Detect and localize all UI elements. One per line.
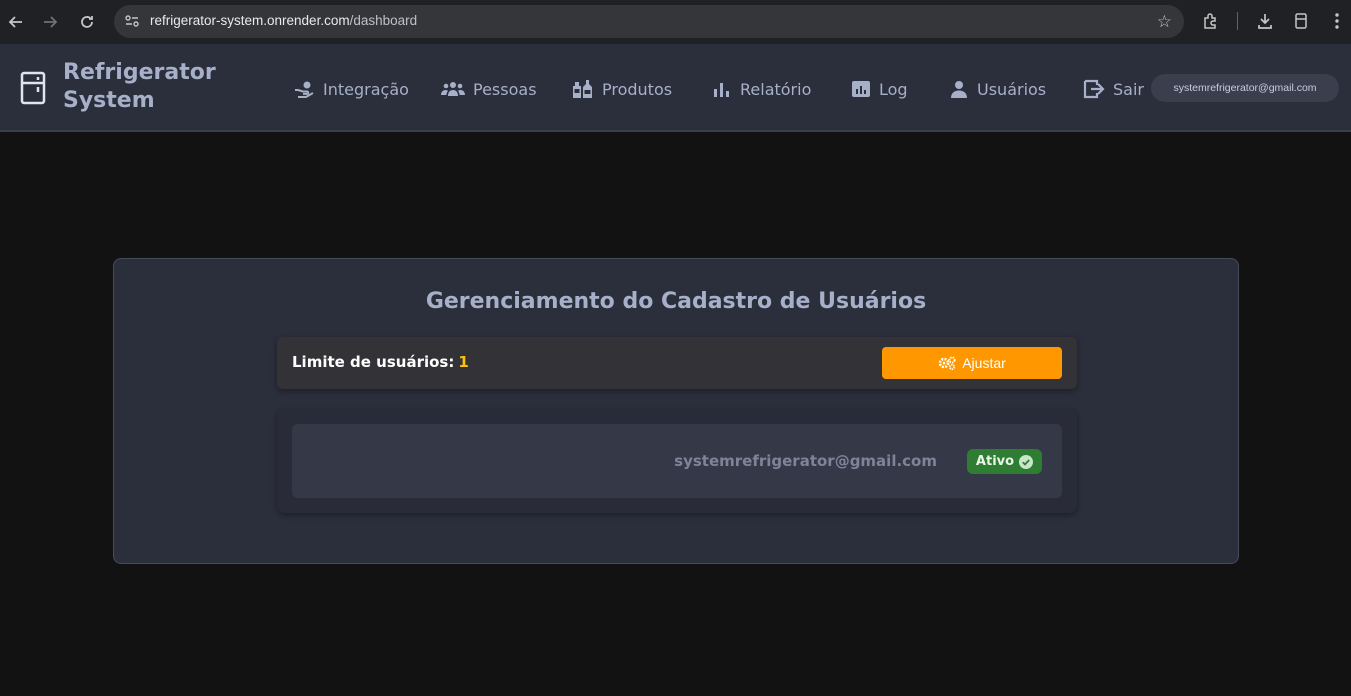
user-list: systemrefrigerator@gmail.com Ativo [277,409,1077,513]
profile-icon[interactable] [1290,10,1312,32]
status-label: Ativo [975,454,1015,469]
user-limit-label: Limite de usuários: [292,353,455,371]
url-path: /dashboard [349,13,418,28]
nav-item-log[interactable]: Log [851,78,908,100]
log-chart-icon [852,81,870,97]
toolbar-divider [1237,12,1238,30]
bottles-icon [573,80,592,98]
check-circle-icon [1019,454,1034,469]
gears-icon [938,356,956,370]
nav-item-integracao[interactable]: Integração [294,78,409,100]
user-icon [951,81,967,98]
reload-icon[interactable] [73,8,101,36]
status-badge[interactable]: Ativo [967,449,1042,474]
refrigerator-icon [20,71,46,105]
site-info-icon[interactable] [124,13,140,29]
logout-icon [1083,79,1105,99]
browser-toolbar: refrigerator-system.onrender.com/dashboa… [0,0,1351,44]
nav-item-sair[interactable]: Sair [1083,78,1144,100]
user-email: systemrefrigerator@gmail.com [674,452,937,470]
kebab-menu-icon[interactable] [1326,10,1348,32]
adjust-button[interactable]: Ajustar [882,347,1062,379]
list-item[interactable]: systemrefrigerator@gmail.com Ativo [292,424,1062,498]
user-management-panel: Gerenciamento do Cadastro de Usuários Li… [113,258,1239,564]
user-limit-value: 1 [458,353,469,371]
forward-icon[interactable] [36,8,64,36]
nav-item-label: Sair [1113,79,1144,99]
bar-chart-icon [714,83,729,97]
people-group-icon [441,82,465,96]
page-title: Gerenciamento do Cadastro de Usuários [425,289,927,314]
nav-item-label: Pessoas [473,79,537,99]
nav-item-label: Produtos [602,79,673,99]
bookmark-star-icon[interactable]: ☆ [1157,12,1172,32]
user-limit-bar: Limite de usuários: 1 Ajustar [277,337,1077,389]
current-user-badge[interactable]: systemrefrigerator@gmail.com [1151,74,1339,102]
download-icon[interactable] [1254,10,1276,32]
url-text: refrigerator-system.onrender.com/dashboa… [150,13,417,28]
nav-item-label: Relatório [740,79,812,99]
app-navbar: Refrigerator System Integração Pessoas P… [0,44,1351,132]
back-icon[interactable] [2,8,30,36]
nav-item-pessoas[interactable]: Pessoas [441,78,537,100]
extensions-icon[interactable] [1200,10,1222,32]
nav-item-produtos[interactable]: Produtos [572,78,672,100]
nav-item-usuarios[interactable]: Usuários [949,78,1046,100]
url-host: refrigerator-system.onrender.com [150,13,350,28]
nav-item-relatorio[interactable]: Relatório [712,78,811,100]
nav-item-label: Log [879,79,908,99]
hand-coin-icon [295,81,314,98]
app-brand[interactable]: Refrigerator System [63,59,233,115]
nav-item-label: Integração [323,79,409,99]
address-bar[interactable]: refrigerator-system.onrender.com/dashboa… [114,5,1184,38]
nav-item-label: Usuários [977,79,1047,99]
adjust-button-label: Ajustar [962,355,1006,371]
user-limit-text: Limite de usuários: 1 [292,353,469,371]
